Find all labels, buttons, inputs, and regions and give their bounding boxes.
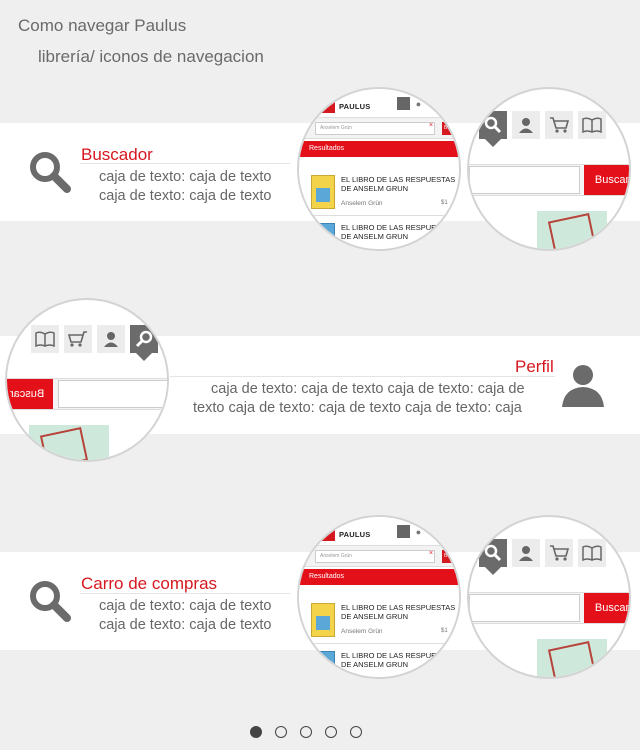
search-button[interactable]: Buscar xyxy=(584,593,629,623)
search-icon[interactable] xyxy=(479,111,507,139)
list-item[interactable]: EL LIBRO DE LAS RESPUESTAS DE ANSELM GRUN… xyxy=(299,598,459,644)
book-cover-image xyxy=(537,211,607,249)
section-text-line: caja de texto: caja de texto caja de tex… xyxy=(211,381,525,397)
book-title[interactable]: EL LIBRO DE LAS RESPUESTAS DE ANSELM GRUN xyxy=(341,223,455,241)
section-text-line: caja de texto: caja de texto xyxy=(99,188,272,204)
list-item[interactable]: EL LIBRO DE LAS RESPUESTAS DE ANSELM GRUN… xyxy=(299,170,459,216)
logo-mark xyxy=(313,529,335,541)
header-bar: PAULUS ● ⊔ xyxy=(299,517,459,545)
book-author: Anselem Grün xyxy=(341,628,383,635)
search-button[interactable]: Buscar xyxy=(442,550,459,563)
pagination xyxy=(250,726,362,738)
cart-icon[interactable] xyxy=(64,325,92,353)
zoom-circle-toolbar: Buscar xyxy=(467,87,631,251)
search-input[interactable] xyxy=(469,166,580,194)
cart-icon[interactable] xyxy=(545,111,573,139)
search-button[interactable]: Buscar xyxy=(584,165,629,195)
search-icon xyxy=(27,578,73,624)
search-input[interactable] xyxy=(469,594,580,622)
clear-icon[interactable]: × xyxy=(429,122,433,129)
pagination-dot[interactable] xyxy=(300,726,312,738)
results-header: Resultados xyxy=(299,141,459,157)
book-cover xyxy=(311,175,335,209)
book-cover-image xyxy=(537,639,607,677)
pagination-dot[interactable] xyxy=(250,726,262,738)
section-text-line: caja de texto: caja de texto xyxy=(99,617,272,633)
zoom-circle-results: PAULUS ● ⊔ Anselem Grün × Buscar Resulta… xyxy=(297,87,461,251)
book-title[interactable]: EL LIBRO DE LAS RESPUESTAS DE ANSELM GRUN xyxy=(341,603,455,621)
search-row: Anselem Grün × Buscar xyxy=(299,545,459,567)
divider xyxy=(170,376,555,377)
book-price: $1 xyxy=(441,200,448,206)
book-icon[interactable] xyxy=(578,539,606,567)
book-cover xyxy=(311,651,335,677)
zoom-circle-toolbar-mirrored: Buscar xyxy=(5,298,169,462)
search-button[interactable]: Buscar xyxy=(442,122,459,135)
search-icon[interactable] xyxy=(397,97,410,110)
section-text-line: caja de texto: caja de texto xyxy=(99,598,272,614)
zoom-circle-results: PAULUS ● ⊔ Anselem Grün × Buscar Resulta… xyxy=(297,515,461,679)
logo-mark xyxy=(313,101,335,113)
search-input[interactable]: Anselem Grün xyxy=(315,122,435,135)
active-caret xyxy=(136,353,152,361)
page-title: Como navegar Paulus xyxy=(18,16,187,35)
list-item[interactable]: EL LIBRO DE LAS RESPUESTAS DE ANSELM GRUN xyxy=(299,646,459,677)
pagination-dot[interactable] xyxy=(350,726,362,738)
search-input[interactable] xyxy=(58,380,167,408)
book-cover xyxy=(311,603,335,637)
book-icon[interactable] xyxy=(31,325,59,353)
pagination-dot[interactable] xyxy=(275,726,287,738)
page-subtitle: librería/ iconos de navegacion xyxy=(38,47,264,66)
search-button[interactable]: Buscar xyxy=(7,379,53,409)
section-title: Perfil xyxy=(515,357,554,376)
clear-icon[interactable]: × xyxy=(429,550,433,557)
section-text-line: caja de texto: caja de texto xyxy=(99,169,272,185)
book-title[interactable]: EL LIBRO DE LAS RESPUESTAS DE ANSELM GRUN xyxy=(341,651,455,669)
user-icon xyxy=(560,362,606,408)
search-icon[interactable] xyxy=(397,525,410,538)
book-price: $1 xyxy=(441,628,448,634)
cart-icon[interactable]: ⊔ xyxy=(426,97,439,110)
search-input[interactable]: Anselem Grün xyxy=(315,550,435,563)
divider xyxy=(80,593,290,594)
section-text-line: texto caja de texto: caja de texto caja … xyxy=(193,400,522,416)
book-cover xyxy=(311,223,335,249)
pagination-dot[interactable] xyxy=(325,726,337,738)
search-icon[interactable] xyxy=(130,325,158,353)
user-icon[interactable] xyxy=(512,111,540,139)
active-caret xyxy=(485,567,501,575)
section-title: Carro de compras xyxy=(81,574,218,593)
user-icon[interactable] xyxy=(97,325,125,353)
active-caret xyxy=(485,139,501,147)
book-title[interactable]: EL LIBRO DE LAS RESPUESTAS DE ANSELM GRUN xyxy=(341,175,455,193)
book-icon[interactable] xyxy=(578,111,606,139)
search-icon[interactable] xyxy=(479,539,507,567)
logo: PAULUS xyxy=(339,530,371,539)
search-icon xyxy=(27,149,73,195)
results-header: Resultados xyxy=(299,569,459,585)
user-icon[interactable]: ● xyxy=(412,97,425,110)
divider xyxy=(80,163,290,164)
search-row: Anselem Grün × Buscar xyxy=(299,117,459,139)
list-item[interactable]: EL LIBRO DE LAS RESPUESTAS DE ANSELM GRUN xyxy=(299,218,459,249)
user-icon[interactable] xyxy=(512,539,540,567)
section-title: Buscador xyxy=(81,145,153,164)
book-author: Anselem Grün xyxy=(341,200,383,207)
user-icon[interactable]: ● xyxy=(412,525,425,538)
cart-icon[interactable] xyxy=(545,539,573,567)
book-cover-image xyxy=(29,425,109,460)
zoom-circle-toolbar: Buscar xyxy=(467,515,631,679)
logo: PAULUS xyxy=(339,102,371,111)
header-bar: PAULUS ● ⊔ xyxy=(299,89,459,117)
cart-icon[interactable]: ⊔ xyxy=(426,525,439,538)
